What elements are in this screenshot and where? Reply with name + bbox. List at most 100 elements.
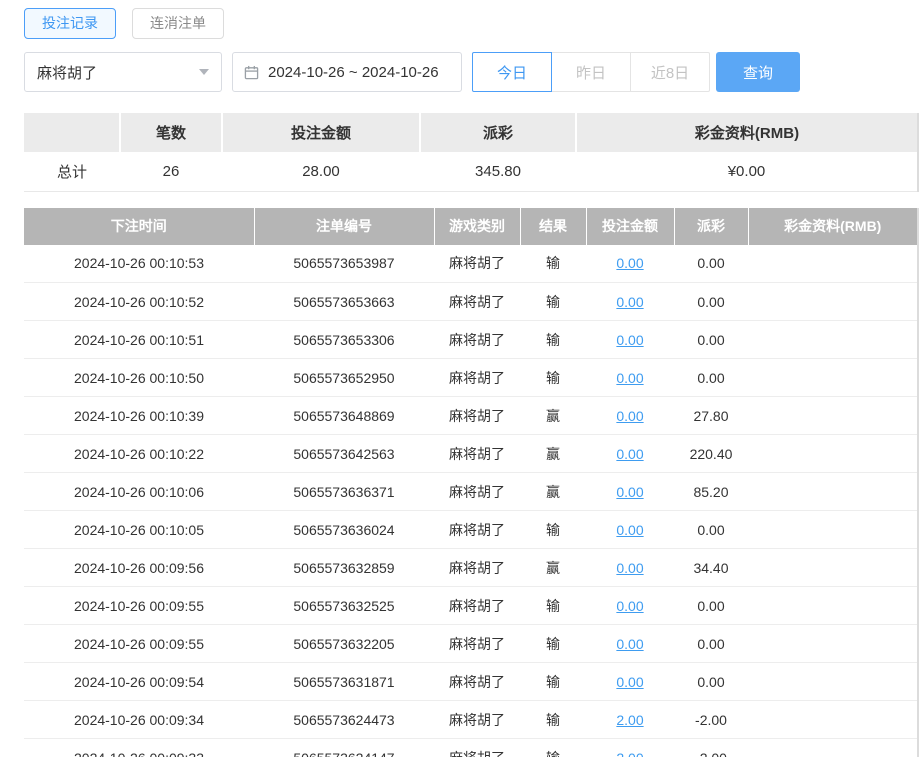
jackpot-cell bbox=[748, 700, 918, 739]
date-range-picker[interactable]: 2024-10-26 ~ 2024-10-26 bbox=[232, 52, 462, 92]
jackpot-cell bbox=[748, 738, 918, 757]
header-game-type: 游戏类别 bbox=[434, 207, 521, 245]
bet-amount-link[interactable]: 0.00 bbox=[616, 255, 643, 271]
last-8-days-button[interactable]: 近8日 bbox=[630, 52, 710, 92]
order-number-cell: 5065573642563 bbox=[254, 434, 434, 473]
payout-cell: -2.00 bbox=[674, 738, 748, 757]
result-cell: 输 bbox=[520, 320, 586, 359]
bet-time-cell: 2024-10-26 00:10:52 bbox=[24, 282, 254, 321]
bet-time-cell: 2024-10-26 00:10:53 bbox=[24, 244, 254, 283]
payout-cell: 85.20 bbox=[674, 472, 748, 511]
quick-range-group: 今日 昨日 近8日 bbox=[472, 52, 710, 92]
betting-records-page: 投注记录 连消注单 麻将胡了 2024-10-26 ~ 2024-10-26 今… bbox=[0, 0, 922, 757]
result-cell: 赢 bbox=[520, 396, 586, 435]
order-number-cell: 5065573652950 bbox=[254, 358, 434, 397]
query-button[interactable]: 查询 bbox=[716, 52, 800, 92]
jackpot-cell bbox=[748, 472, 918, 511]
bet-amount-cell: 0.00 bbox=[586, 510, 674, 549]
payout-cell: 0.00 bbox=[674, 282, 748, 321]
payout-cell: 0.00 bbox=[674, 244, 748, 283]
order-number-cell: 5065573632859 bbox=[254, 548, 434, 587]
game-type-cell: 麻将胡了 bbox=[434, 700, 520, 739]
bet-time-cell: 2024-10-26 00:10:50 bbox=[24, 358, 254, 397]
order-number-cell: 5065573631871 bbox=[254, 662, 434, 701]
header-result: 结果 bbox=[520, 207, 587, 245]
bet-amount-link[interactable]: 0.00 bbox=[616, 598, 643, 614]
bet-time-cell: 2024-10-26 00:09:55 bbox=[24, 586, 254, 625]
summary-header-blank bbox=[24, 113, 121, 152]
payout-cell: 0.00 bbox=[674, 662, 748, 701]
header-jackpot: 彩金资料(RMB) bbox=[748, 207, 918, 245]
bet-amount-link[interactable]: 0.00 bbox=[616, 370, 643, 386]
result-cell: 输 bbox=[520, 662, 586, 701]
result-cell: 输 bbox=[520, 358, 586, 397]
bet-amount-cell: 0.00 bbox=[586, 434, 674, 473]
table-row: 2024-10-26 00:10:51 5065573653306 麻将胡了输 0.0… bbox=[24, 320, 918, 359]
result-cell: 输 bbox=[520, 700, 586, 739]
jackpot-cell bbox=[748, 548, 918, 587]
bet-amount-link[interactable]: 0.00 bbox=[616, 636, 643, 652]
bet-amount-link[interactable]: 0.00 bbox=[616, 484, 643, 500]
calendar-icon bbox=[244, 65, 259, 80]
table-row: 2024-10-26 00:10:53 5065573653987 麻将胡了输 0.0… bbox=[24, 244, 918, 283]
table-row: 2024-10-26 00:09:54 5065573631871 麻将胡了输 0.0… bbox=[24, 662, 918, 701]
summary-total-label: 总计 bbox=[24, 152, 120, 192]
table-row: 2024-10-26 00:09:34 5065573624473 麻将胡了输 2.0… bbox=[24, 700, 918, 739]
payout-cell: 220.40 bbox=[674, 434, 748, 473]
bet-amount-cell: 0.00 bbox=[586, 662, 674, 701]
bet-amount-link[interactable]: 0.00 bbox=[616, 522, 643, 538]
result-cell: 赢 bbox=[520, 434, 586, 473]
header-bet-time: 下注时间 bbox=[24, 207, 255, 245]
game-type-cell: 麻将胡了 bbox=[434, 396, 520, 435]
filter-row: 麻将胡了 2024-10-26 ~ 2024-10-26 今日 昨日 近8日 查… bbox=[24, 52, 918, 92]
header-order-number: 注单编号 bbox=[254, 207, 435, 245]
tab-betting-records[interactable]: 投注记录 bbox=[24, 8, 116, 39]
summary-total-payout: 345.80 bbox=[420, 152, 576, 192]
jackpot-cell bbox=[748, 510, 918, 549]
game-type-cell: 麻将胡了 bbox=[434, 510, 520, 549]
bet-amount-cell: 2.00 bbox=[586, 700, 674, 739]
jackpot-cell bbox=[748, 624, 918, 663]
order-number-cell: 5065573632525 bbox=[254, 586, 434, 625]
jackpot-cell bbox=[748, 282, 918, 321]
header-bet-amount: 投注金额 bbox=[586, 207, 675, 245]
bet-amount-link[interactable]: 0.00 bbox=[616, 446, 643, 462]
payout-cell: 0.00 bbox=[674, 510, 748, 549]
bet-amount-cell: 0.00 bbox=[586, 586, 674, 625]
payout-cell: 34.40 bbox=[674, 548, 748, 587]
payout-cell: -2.00 bbox=[674, 700, 748, 739]
bet-amount-link[interactable]: 0.00 bbox=[616, 332, 643, 348]
jackpot-cell bbox=[748, 662, 918, 701]
table-row: 2024-10-26 00:10:06 5065573636371 麻将胡了赢 0.0… bbox=[24, 472, 918, 511]
bet-amount-cell: 2.00 bbox=[586, 738, 674, 757]
tab-cancelled-orders[interactable]: 连消注单 bbox=[132, 8, 224, 39]
order-number-cell: 5065573648869 bbox=[254, 396, 434, 435]
game-select[interactable]: 麻将胡了 bbox=[24, 52, 222, 92]
bet-amount-link[interactable]: 0.00 bbox=[616, 560, 643, 576]
order-number-cell: 5065573653306 bbox=[254, 320, 434, 359]
chevron-down-icon bbox=[199, 69, 209, 75]
table-row: 2024-10-26 00:10:22 5065573642563 麻将胡了赢 0.0… bbox=[24, 434, 918, 473]
yesterday-button[interactable]: 昨日 bbox=[551, 52, 631, 92]
game-type-cell: 麻将胡了 bbox=[434, 662, 520, 701]
result-cell: 输 bbox=[520, 510, 586, 549]
bet-amount-cell: 0.00 bbox=[586, 548, 674, 587]
bet-amount-link[interactable]: 0.00 bbox=[616, 294, 643, 310]
game-type-cell: 麻将胡了 bbox=[434, 282, 520, 321]
summary-header-payout: 派彩 bbox=[420, 113, 577, 152]
bet-time-cell: 2024-10-26 00:10:51 bbox=[24, 320, 254, 359]
bet-time-cell: 2024-10-26 00:09:54 bbox=[24, 662, 254, 701]
payout-cell: 0.00 bbox=[674, 586, 748, 625]
order-number-cell: 5065573636024 bbox=[254, 510, 434, 549]
bet-amount-link[interactable]: 0.00 bbox=[616, 408, 643, 424]
bet-amount-link[interactable]: 0.00 bbox=[616, 674, 643, 690]
records-body: 2024-10-26 00:10:53 5065573653987 麻将胡了输 0.0… bbox=[24, 244, 918, 757]
payout-cell: 27.80 bbox=[674, 396, 748, 435]
order-number-cell: 5065573653663 bbox=[254, 282, 434, 321]
game-type-cell: 麻将胡了 bbox=[434, 548, 520, 587]
game-type-cell: 麻将胡了 bbox=[434, 738, 520, 757]
bet-amount-link[interactable]: 2.00 bbox=[616, 750, 643, 757]
table-row: 2024-10-26 00:10:39 5065573648869 麻将胡了赢 0.0… bbox=[24, 396, 918, 435]
bet-amount-link[interactable]: 2.00 bbox=[616, 712, 643, 728]
today-button[interactable]: 今日 bbox=[472, 52, 552, 92]
